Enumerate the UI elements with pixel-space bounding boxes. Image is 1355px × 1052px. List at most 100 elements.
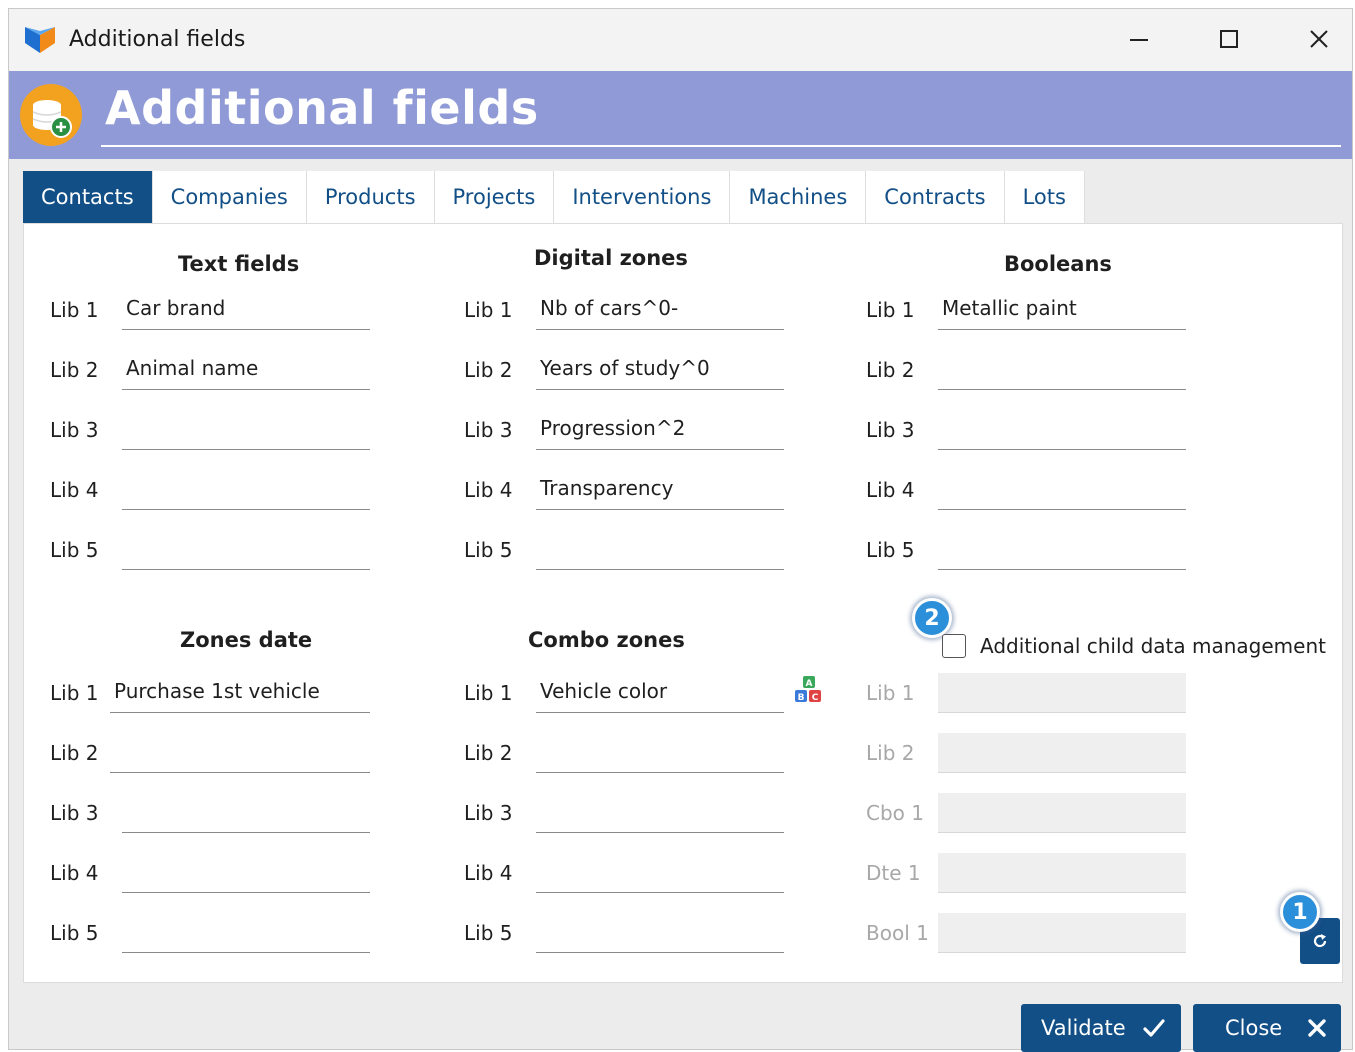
child-field-input[interactable]	[938, 673, 1186, 713]
digital-zone-label: Lib 2	[464, 358, 513, 382]
tab-machines[interactable]: Machines	[730, 171, 867, 223]
window-title: Additional fields	[69, 27, 246, 52]
tab-contacts[interactable]: Contacts	[23, 171, 153, 223]
refresh-badge: 1	[1280, 892, 1320, 932]
additional-fields-window: Additional fields Additional fields Cont…	[8, 8, 1353, 1052]
text-field-label: Lib 4	[50, 478, 99, 502]
text-field-input[interactable]	[122, 530, 370, 570]
validate-button[interactable]: Validate	[1021, 1004, 1181, 1052]
boolean-input[interactable]	[938, 530, 1186, 570]
minimize-icon	[1130, 39, 1148, 41]
child-field-label: Lib 1	[866, 681, 915, 705]
digital-zone-label: Lib 5	[464, 538, 513, 562]
date-zone-label: Lib 1	[50, 681, 99, 705]
database-add-icon	[20, 84, 82, 146]
tab-contracts[interactable]: Contracts	[866, 171, 1005, 223]
text-field-label: Lib 5	[50, 538, 99, 562]
validate-label: Validate	[1041, 1016, 1126, 1040]
child-data-badge: 2	[912, 598, 952, 638]
date-zone-label: Lib 4	[50, 861, 99, 885]
child-field-input[interactable]	[938, 853, 1186, 893]
boolean-input[interactable]	[938, 350, 1186, 390]
child-field-input[interactable]	[938, 913, 1186, 953]
combo-zones-title: Combo zones	[528, 628, 685, 652]
text-fields-title: Text fields	[178, 252, 300, 276]
checkmark-icon	[1143, 1019, 1165, 1037]
combo-zone-label: Lib 1	[464, 681, 513, 705]
tab-projects[interactable]: Projects	[434, 171, 555, 223]
combo-zone-input[interactable]	[536, 733, 784, 773]
child-field-label: Dte 1	[866, 861, 921, 885]
boolean-label: Lib 4	[866, 478, 915, 502]
date-zone-input[interactable]	[122, 793, 370, 833]
digital-zone-input[interactable]: Transparency	[536, 470, 784, 510]
date-zone-input[interactable]	[110, 733, 370, 773]
child-field-label: Cbo 1	[866, 801, 924, 825]
boolean-input[interactable]	[938, 410, 1186, 450]
digital-zone-input[interactable]: Years of study^0	[536, 350, 784, 390]
app-logo-icon	[25, 27, 55, 53]
close-label: Close	[1225, 1016, 1283, 1040]
close-icon	[1310, 30, 1328, 48]
combo-zone-label: Lib 2	[464, 741, 513, 765]
abc-blocks-icon[interactable]: A B C	[792, 674, 828, 710]
contacts-panel: Text fields Lib 1 Car brand Lib 2 Animal…	[23, 223, 1343, 983]
date-zone-label: Lib 3	[50, 801, 99, 825]
refresh-icon	[1313, 934, 1327, 948]
text-field-label: Lib 3	[50, 418, 99, 442]
date-zone-label: Lib 5	[50, 921, 99, 945]
child-field-input[interactable]	[938, 733, 1186, 773]
text-field-input[interactable]: Car brand	[122, 290, 370, 330]
digital-zones-title: Digital zones	[534, 246, 688, 270]
close-x-icon	[1308, 1019, 1326, 1037]
svg-text:C: C	[812, 693, 819, 703]
date-zone-input[interactable]: Purchase 1st vehicle	[110, 673, 370, 713]
close-button[interactable]: Close	[1193, 1004, 1341, 1052]
text-field-input[interactable]	[122, 410, 370, 450]
text-field-input[interactable]: Animal name	[122, 350, 370, 390]
boolean-label: Lib 3	[866, 418, 915, 442]
header-underline	[101, 145, 1341, 147]
text-field-label: Lib 1	[50, 298, 99, 322]
zones-date-title: Zones date	[180, 628, 313, 652]
combo-zone-input[interactable]	[536, 853, 784, 893]
combo-zone-input[interactable]: Vehicle color	[536, 673, 784, 713]
tab-companies[interactable]: Companies	[152, 171, 307, 223]
child-field-input[interactable]	[938, 793, 1186, 833]
boolean-input[interactable]: Metallic paint	[938, 290, 1186, 330]
date-zone-input[interactable]	[122, 853, 370, 893]
boolean-label: Lib 1	[866, 298, 915, 322]
svg-text:B: B	[798, 693, 805, 703]
child-data-checkbox-label: Additional child data management	[980, 634, 1326, 658]
digital-zone-input[interactable]: Nb of cars^0-	[536, 290, 784, 330]
digital-zone-label: Lib 1	[464, 298, 513, 322]
text-field-label: Lib 2	[50, 358, 99, 382]
digital-zone-label: Lib 4	[464, 478, 513, 502]
digital-zone-label: Lib 3	[464, 418, 513, 442]
tab-lots[interactable]: Lots	[1004, 171, 1085, 223]
minimize-button[interactable]	[1109, 17, 1169, 61]
digital-zone-input[interactable]	[536, 530, 784, 570]
combo-zone-label: Lib 4	[464, 861, 513, 885]
page-header: Additional fields	[9, 71, 1352, 159]
maximize-button[interactable]	[1199, 17, 1259, 61]
boolean-label: Lib 5	[866, 538, 915, 562]
date-zone-input[interactable]	[122, 913, 370, 953]
child-data-checkbox[interactable]	[942, 634, 966, 658]
date-zone-label: Lib 2	[50, 741, 99, 765]
window-close-button[interactable]	[1289, 17, 1349, 61]
maximize-icon	[1220, 30, 1238, 48]
tab-products[interactable]: Products	[306, 171, 435, 223]
digital-zone-input[interactable]: Progression^2	[536, 410, 784, 450]
tab-interventions[interactable]: Interventions	[554, 171, 731, 223]
child-field-label: Lib 2	[866, 741, 915, 765]
boolean-input[interactable]	[938, 470, 1186, 510]
combo-zone-input[interactable]	[536, 913, 784, 953]
boolean-label: Lib 2	[866, 358, 915, 382]
tab-bar: Contacts Companies Products Projects Int…	[23, 171, 1085, 223]
page-title: Additional fields	[105, 81, 539, 135]
text-field-input[interactable]	[122, 470, 370, 510]
booleans-title: Booleans	[1004, 252, 1112, 276]
title-bar: Additional fields	[9, 9, 1352, 71]
combo-zone-input[interactable]	[536, 793, 784, 833]
